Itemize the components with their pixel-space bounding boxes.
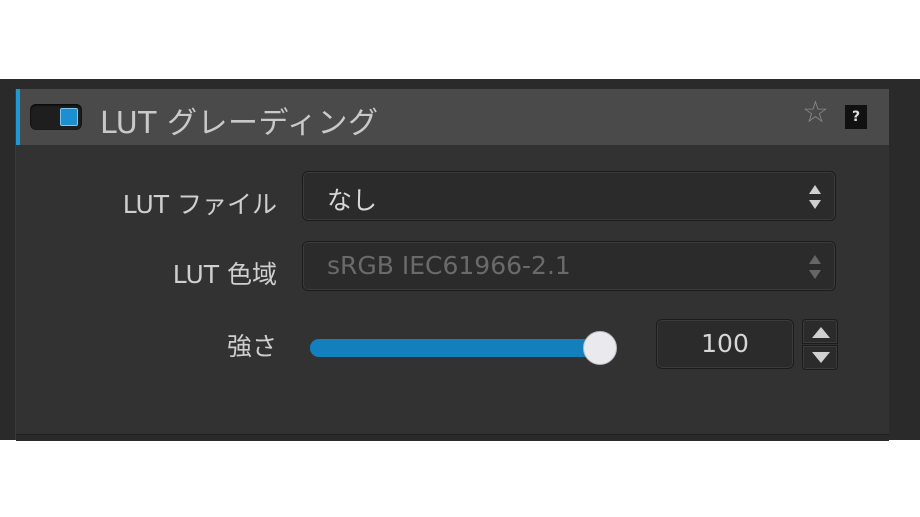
chevron-up-down-icon <box>809 185 821 209</box>
panel-body: LUT グレーディング ☆ ? LUT ファイル なし LUT 色域 sRGB … <box>15 89 889 441</box>
lut-file-value: なし <box>327 186 378 215</box>
arrow-down-icon <box>812 352 830 363</box>
lut-file-label: LUT ファイル <box>122 190 277 219</box>
arrow-up-icon <box>812 327 830 338</box>
strength-slider-fill <box>310 339 600 357</box>
decrement-button[interactable] <box>802 345 838 370</box>
panel-header[interactable]: LUT グレーディング ☆ ? <box>16 89 889 145</box>
strength-input[interactable]: 100 <box>656 319 794 369</box>
lut-file-select[interactable]: なし <box>302 171 836 221</box>
increment-button[interactable] <box>802 319 838 344</box>
strength-slider-track[interactable] <box>310 339 600 357</box>
strength-slider-thumb[interactable] <box>583 331 617 365</box>
strength-stepper[interactable] <box>802 319 838 371</box>
lut-gamut-select: sRGB IEC61966-2.1 <box>302 241 836 291</box>
panel-footer-divider <box>16 434 889 441</box>
lut-gamut-label: LUT 色域 <box>172 260 277 289</box>
enable-toggle[interactable] <box>30 104 82 130</box>
star-icon[interactable]: ☆ <box>802 98 829 128</box>
panel-title: LUT グレーディング <box>100 106 379 141</box>
lut-gamut-value: sRGB IEC61966-2.1 <box>327 251 571 280</box>
chevron-up-down-icon <box>809 255 821 279</box>
lut-grading-panel: LUT グレーディング ☆ ? LUT ファイル なし LUT 色域 sRGB … <box>0 79 920 441</box>
toggle-knob <box>60 108 78 126</box>
strength-label: 強さ <box>226 332 277 361</box>
help-icon[interactable]: ? <box>845 105 867 129</box>
